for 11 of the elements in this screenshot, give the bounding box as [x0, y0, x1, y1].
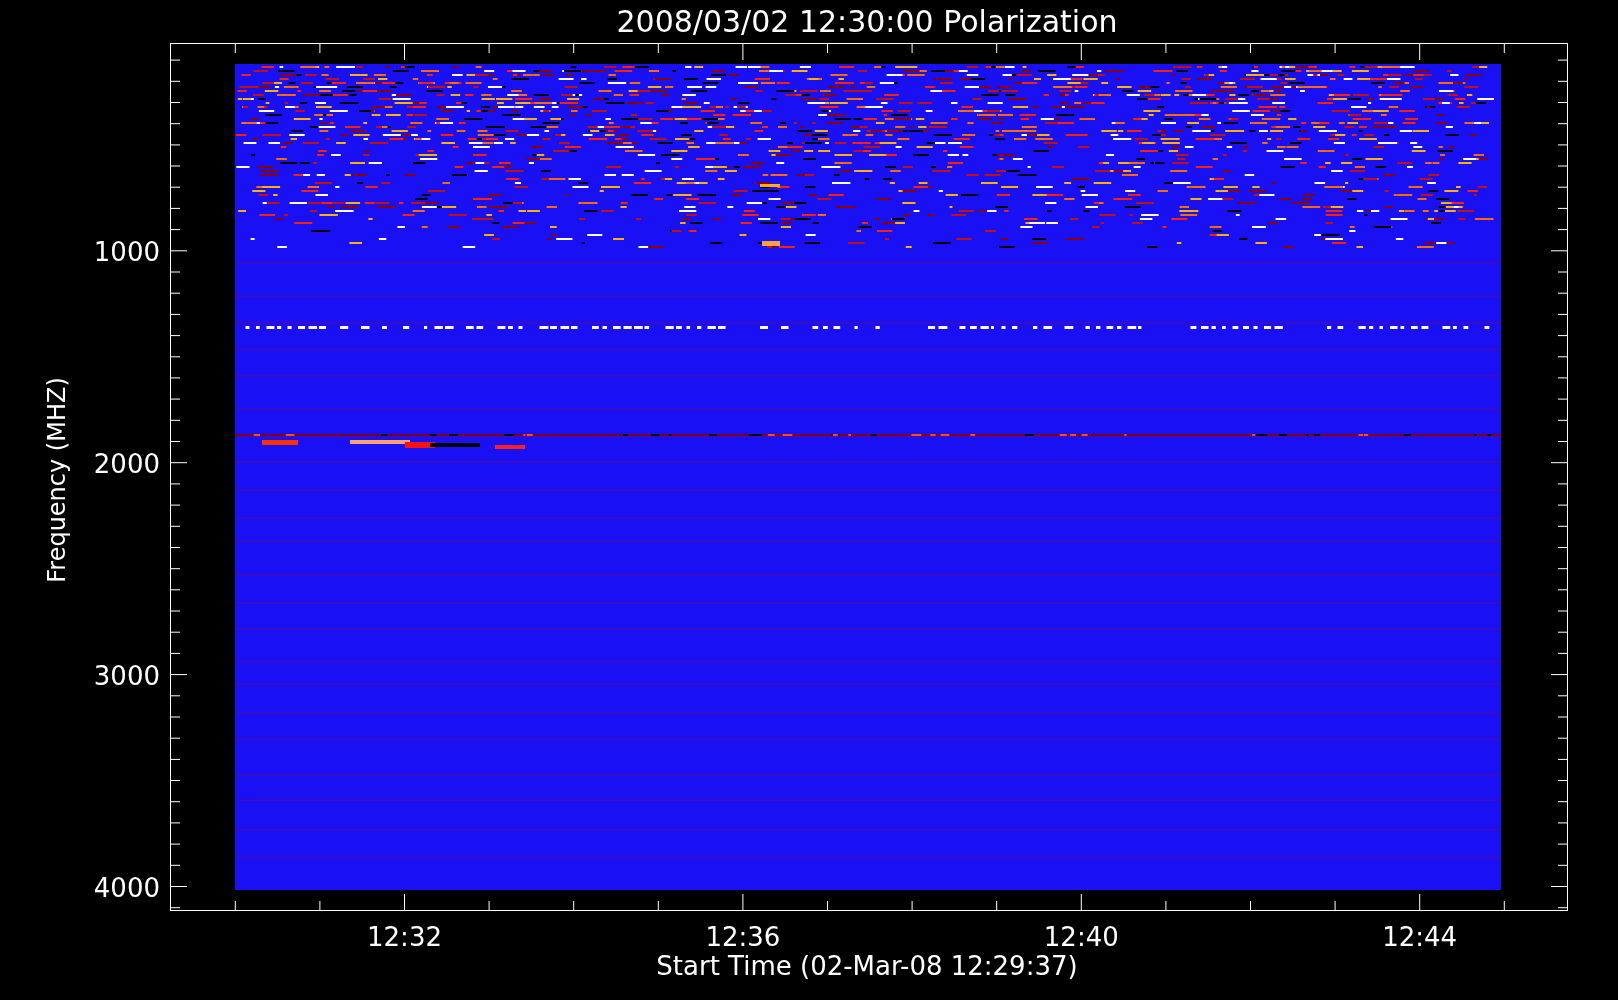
y-axis-label: Frequency (MHZ) [43, 377, 71, 583]
x-tick-label: 12:40 [1043, 922, 1119, 952]
y-tick-label: 3000 [93, 660, 160, 691]
x-axis-label: Start Time (02-Mar-08 12:29:37) [656, 951, 1078, 981]
chart-title: 2008/03/02 12:30:00 Polarization [616, 4, 1118, 39]
x-tick-label: 12:32 [367, 922, 442, 952]
x-tick-label: 12:36 [705, 922, 781, 952]
y-tick-label: 4000 [93, 872, 160, 903]
y-tick-label: 2000 [93, 448, 160, 479]
x-tick-label: 12:44 [1382, 922, 1458, 952]
y-tick-label: 1000 [93, 236, 160, 267]
